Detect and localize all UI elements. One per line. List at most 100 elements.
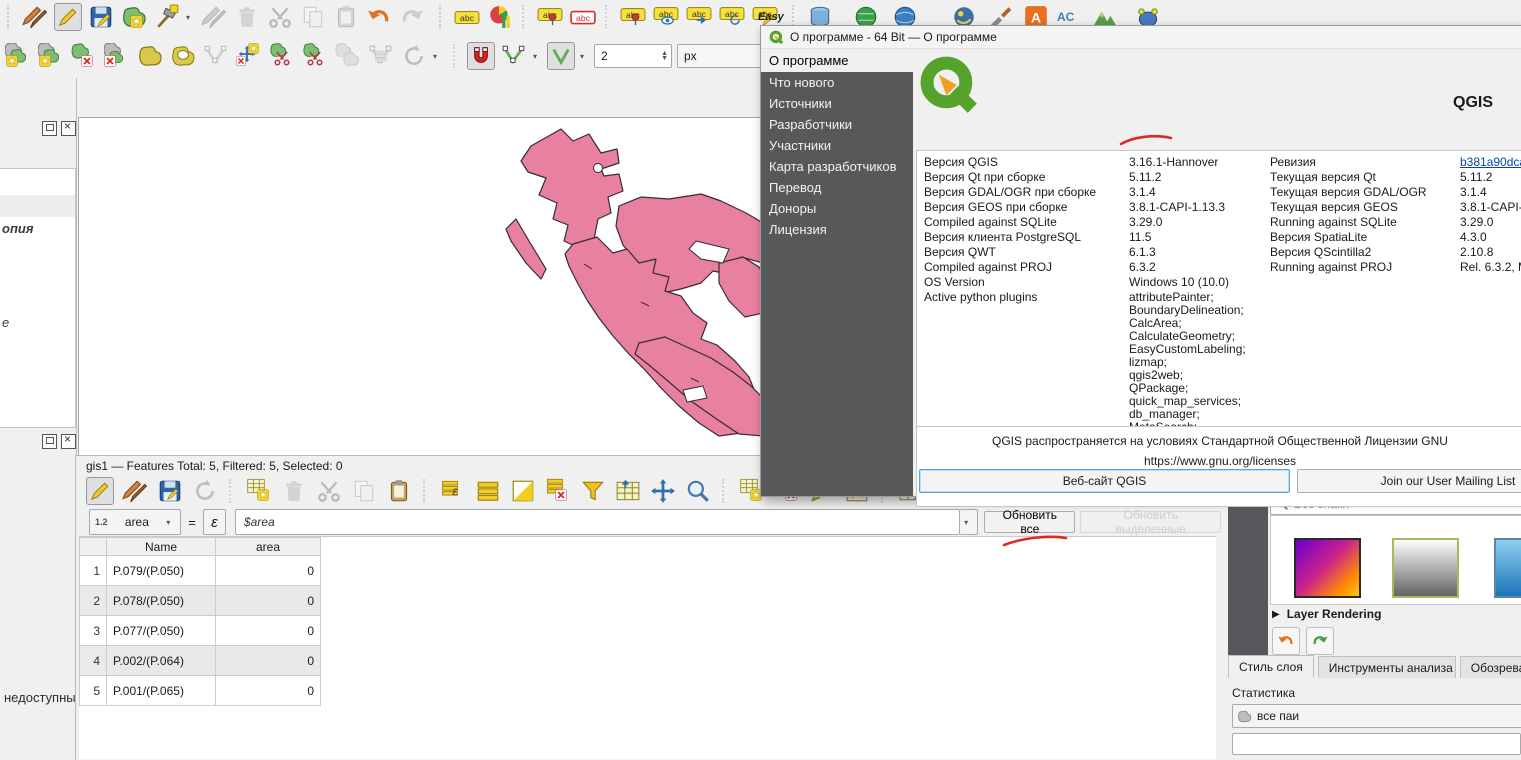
delete-part-icon[interactable]: [103, 42, 131, 70]
layer-diagram-icon[interactable]: [486, 3, 514, 31]
cut-features-icon[interactable]: [266, 3, 294, 31]
style-redo-button[interactable]: [1306, 627, 1334, 655]
tab-layer-style[interactable]: Стиль слоя: [1228, 655, 1314, 678]
field-selector-combo[interactable]: 1.2 area ▾: [89, 509, 181, 535]
snapping-mode-dropdown[interactable]: ▾: [533, 52, 542, 61]
cell-area[interactable]: 0: [216, 646, 321, 676]
delete-selected-icon[interactable]: [233, 3, 261, 31]
menu-item-donors[interactable]: Доноры: [761, 198, 913, 219]
paste-features-icon[interactable]: [332, 3, 360, 31]
row-number[interactable]: 4: [80, 646, 107, 676]
row-number[interactable]: 3: [80, 616, 107, 646]
panel-close-button[interactable]: [61, 434, 76, 449]
menu-item-whats-new[interactable]: Что нового: [761, 72, 913, 93]
cell-name[interactable]: P.001/(P.065): [107, 676, 216, 706]
toolbar-handle[interactable]: [7, 5, 13, 29]
highlight-pinned-labels-icon[interactable]: [569, 3, 597, 31]
select-by-expression-icon[interactable]: [439, 477, 467, 505]
menu-item-developers[interactable]: Разработчики: [761, 114, 913, 135]
split-features-icon[interactable]: [268, 42, 296, 70]
move-selection-top-icon[interactable]: [614, 477, 642, 505]
gradient-swatch-blue[interactable]: [1494, 538, 1521, 598]
copy-move-feature-icon[interactable]: [37, 42, 65, 70]
undo-icon[interactable]: [365, 3, 393, 31]
cell-area[interactable]: 0: [216, 616, 321, 646]
expression-dropdown[interactable]: ▾: [960, 509, 978, 535]
merge-features-icon[interactable]: [334, 42, 362, 70]
split-parts-icon[interactable]: [301, 42, 329, 70]
cell-area[interactable]: 0: [216, 556, 321, 586]
statistics-field-input[interactable]: [1232, 733, 1521, 755]
current-edits-icon[interactable]: [21, 3, 49, 31]
toolbar-handle[interactable]: [453, 44, 459, 68]
fill-ring-icon[interactable]: [136, 42, 164, 70]
tab-analysis-tools[interactable]: Инструменты анализа: [1318, 656, 1456, 678]
paste-icon[interactable]: [385, 477, 413, 505]
delete-selected-icon[interactable]: [280, 477, 308, 505]
cell-area[interactable]: 0: [216, 676, 321, 706]
rotate-feature-icon[interactable]: [4, 42, 32, 70]
version-info-scroll[interactable]: Версия QGIS3.16.1-Hannover Версия Qt при…: [917, 151, 1521, 427]
select-all-icon[interactable]: [474, 477, 502, 505]
layer-labeling-icon[interactable]: [453, 3, 481, 31]
pin-labels-icon[interactable]: [536, 3, 564, 31]
multiedit-icon[interactable]: [121, 477, 149, 505]
add-polygon-feature-icon[interactable]: [120, 3, 148, 31]
modify-attributes-icon[interactable]: [200, 3, 228, 31]
spinbox-arrows-icon[interactable]: ▲▼: [661, 51, 671, 61]
snapping-mode-icon[interactable]: [500, 42, 528, 70]
toggle-editing-button[interactable]: [54, 3, 82, 31]
add-feature-icon[interactable]: [245, 477, 273, 505]
copy-features-icon[interactable]: [299, 3, 327, 31]
layer-name-partial-2[interactable]: е: [2, 315, 9, 330]
snapping-type-button[interactable]: [547, 42, 575, 70]
map-canvas[interactable]: [78, 117, 762, 457]
merge-attributes-icon[interactable]: [367, 42, 395, 70]
invert-selection-icon[interactable]: [509, 477, 537, 505]
pan-to-selection-icon[interactable]: [649, 477, 677, 505]
expression-builder-button[interactable]: ε: [203, 509, 226, 535]
corner-header-cell[interactable]: [80, 538, 107, 556]
advanced-digitizing-dropdown[interactable]: ▾: [433, 52, 442, 61]
cell-area[interactable]: 0: [216, 586, 321, 616]
expression-input[interactable]: $area: [235, 509, 960, 535]
menu-item-about[interactable]: О программе: [761, 50, 913, 72]
deselect-all-icon[interactable]: [544, 477, 572, 505]
qgis-website-button[interactable]: Веб-сайт QGIS: [919, 469, 1290, 493]
table-row[interactable]: 3P.077/(P.050)0: [80, 616, 321, 646]
snapping-tolerance-spinbox[interactable]: 2 ▲▼: [594, 44, 672, 68]
snapping-type-dropdown[interactable]: ▾: [580, 52, 589, 61]
column-header-name[interactable]: Name: [107, 538, 216, 556]
cell-name[interactable]: P.078/(P.050): [107, 586, 216, 616]
copy-icon[interactable]: [350, 477, 378, 505]
gradient-swatch-plasma[interactable]: [1294, 538, 1361, 598]
cell-name[interactable]: P.079/(P.050): [107, 556, 216, 586]
table-row[interactable]: 5P.001/(P.065)0: [80, 676, 321, 706]
layer-row-highlight[interactable]: [0, 195, 75, 217]
enable-snapping-button[interactable]: [467, 42, 495, 70]
style-undo-button[interactable]: [1272, 627, 1300, 655]
rotate-label-icon[interactable]: [718, 3, 746, 31]
filter-icon[interactable]: [579, 477, 607, 505]
toolbar-handle[interactable]: [522, 5, 528, 29]
row-number[interactable]: 5: [80, 676, 107, 706]
zoom-to-selection-icon[interactable]: [684, 477, 712, 505]
cell-name[interactable]: P.002/(P.064): [107, 646, 216, 676]
reload-table-icon[interactable]: [191, 477, 219, 505]
vertex-tool-dropdown[interactable]: ▾: [186, 13, 195, 22]
toolbar-handle[interactable]: [605, 5, 611, 29]
redo-icon[interactable]: [398, 3, 426, 31]
panel-float-button[interactable]: [42, 121, 57, 136]
easy-labeling-label[interactable]: Easy: [758, 11, 784, 23]
column-header-area[interactable]: area: [216, 538, 321, 556]
table-row[interactable]: 4P.002/(P.064)0: [80, 646, 321, 676]
pin-unpin-labels-icon[interactable]: [619, 3, 647, 31]
revision-link[interactable]: b381a90dca: [1460, 155, 1521, 169]
offset-curve-icon[interactable]: [169, 42, 197, 70]
show-hide-labels-icon[interactable]: [652, 3, 680, 31]
mailing-list-button[interactable]: Join our User Mailing List: [1297, 469, 1521, 493]
reshape-features-icon[interactable]: [202, 42, 230, 70]
layer-rendering-header[interactable]: ▶ Layer Rendering: [1272, 607, 1381, 621]
tab-browser[interactable]: Обозреватель: [1460, 656, 1521, 678]
rotate-point-symbols-icon[interactable]: [400, 42, 428, 70]
